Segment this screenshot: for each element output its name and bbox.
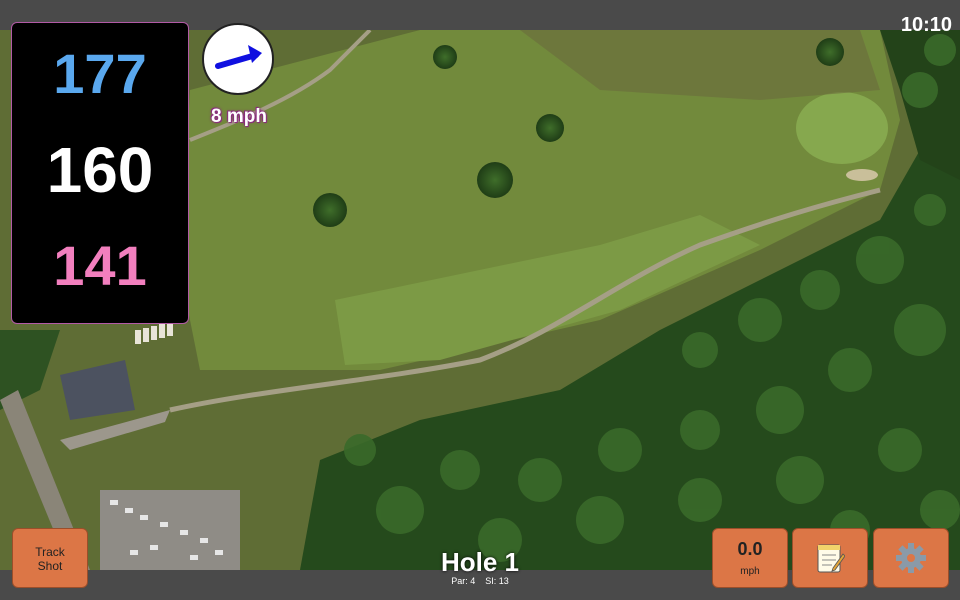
notepad-icon	[817, 544, 845, 573]
speed-unit: mph	[740, 566, 760, 577]
clock: 10:10	[900, 14, 952, 36]
track-shot-button[interactable]: Track Shot	[12, 528, 88, 588]
hole-details: Par: 4 SI: 13	[400, 576, 560, 586]
track-shot-label-line1: Track	[35, 545, 65, 559]
speed-value: 0.0	[737, 539, 763, 559]
middle-yardage: 160	[46, 134, 154, 206]
hole-info: Hole 1 Par: 4 SI: 13	[400, 548, 560, 586]
si-label: SI: 13	[485, 576, 509, 586]
wind-speed: 8 mph	[211, 106, 267, 127]
hole-title: Hole 1	[440, 547, 520, 577]
back-yardage: 177	[53, 42, 147, 105]
yardage-panel: 177 160 141	[11, 22, 189, 324]
notes-button[interactable]	[792, 528, 868, 588]
wind-indicator[interactable]	[202, 23, 274, 95]
settings-button[interactable]	[873, 528, 949, 588]
gear-icon	[896, 543, 926, 573]
speed-button[interactable]: 0.0 mph	[712, 528, 788, 588]
par-label: Par: 4	[451, 576, 476, 586]
front-yardage: 141	[53, 234, 147, 297]
track-shot-label-line2: Shot	[37, 559, 63, 573]
arrow-icon	[215, 45, 262, 69]
